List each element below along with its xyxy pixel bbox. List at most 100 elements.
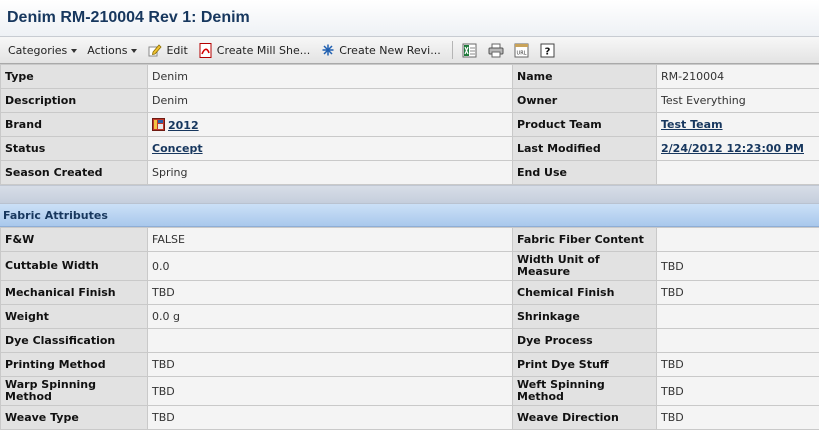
attr-label: Fabric Fiber Content <box>512 227 657 252</box>
attr-value <box>147 328 513 353</box>
attr-value <box>656 227 819 252</box>
product-team-link[interactable]: Test Team <box>661 118 723 131</box>
attr-label: Weft Spinning Method <box>512 376 657 406</box>
create-new-revision-button[interactable]: Create New Revi... <box>315 39 446 61</box>
attr-value: TBD <box>656 251 819 281</box>
table-row: Warp Spinning Method TBD Weft Spinning M… <box>0 376 819 406</box>
attr-value: TBD <box>147 405 513 430</box>
table-row: Brand 2012 Product Team Test Team <box>0 112 819 137</box>
excel-icon[interactable] <box>462 42 478 58</box>
end-use-value <box>656 160 819 185</box>
table-row: Weight 0.0 g Shrinkage <box>0 304 819 329</box>
last-modified-cell: 2/24/2012 12:23:00 PM <box>656 136 819 161</box>
table-row: Status Concept Last Modified 2/24/2012 1… <box>0 136 819 161</box>
attr-label: Dye Classification <box>0 328 148 353</box>
page-title: Denim RM-210004 Rev 1: Denim <box>7 9 250 26</box>
brand-cell: 2012 <box>147 112 513 137</box>
url-icon[interactable]: URL <box>514 42 530 58</box>
categories-label: Categories <box>8 43 68 57</box>
attr-value: FALSE <box>147 227 513 252</box>
actions-menu[interactable]: Actions <box>82 39 142 61</box>
owner-value: Test Everything <box>656 88 819 113</box>
attr-value <box>656 328 819 353</box>
owner-label: Owner <box>512 88 657 113</box>
create-mill-sheet-label: Create Mill She... <box>216 43 311 57</box>
create-mill-sheet-button[interactable]: Create Mill She... <box>193 39 315 61</box>
type-value: Denim <box>147 64 513 89</box>
description-value: Denim <box>147 88 513 113</box>
last-modified-label: Last Modified <box>512 136 657 161</box>
description-label: Description <box>0 88 148 113</box>
attr-value: TBD <box>656 376 819 406</box>
attr-label: Printing Method <box>0 352 148 377</box>
edit-button[interactable]: Edit <box>142 39 192 61</box>
product-team-label: Product Team <box>512 112 657 137</box>
printer-icon[interactable] <box>488 42 504 58</box>
chevron-down-icon <box>131 49 138 53</box>
section-spacer <box>0 185 819 204</box>
svg-text:URL: URL <box>517 50 527 56</box>
table-row: Weave Type TBD Weave Direction TBD <box>0 405 819 430</box>
table-row: Description Denim Owner Test Everything <box>0 88 819 113</box>
brand-icon <box>152 117 165 131</box>
status-link[interactable]: Concept <box>152 142 203 155</box>
attr-label: Mechanical Finish <box>0 280 148 305</box>
toolbar: Categories Actions Edit Create Mill She.… <box>0 37 819 64</box>
attr-label: Width Unit of Measure <box>512 251 657 281</box>
attr-value: 0.0 <box>147 251 513 281</box>
attr-label: Cuttable Width <box>0 251 148 281</box>
create-new-revision-label: Create New Revi... <box>339 43 441 57</box>
status-label: Status <box>0 136 148 161</box>
attr-value: TBD <box>656 352 819 377</box>
attr-label: Dye Process <box>512 328 657 353</box>
pdf-icon <box>198 42 214 58</box>
attr-label: Weight <box>0 304 148 329</box>
brand-label: Brand <box>0 112 148 137</box>
edit-label: Edit <box>166 43 188 57</box>
season-created-label: Season Created <box>0 160 148 185</box>
details-table: Type Denim Name RM-210004 Description De… <box>0 64 819 185</box>
chevron-down-icon <box>71 49 78 53</box>
table-row: Season Created Spring End Use <box>0 160 819 185</box>
attr-value: TBD <box>147 352 513 377</box>
name-value: RM-210004 <box>656 64 819 89</box>
table-row: F&W FALSE Fabric Fiber Content <box>0 227 819 252</box>
title-bar: Denim RM-210004 Rev 1: Denim <box>0 0 819 37</box>
last-modified-link[interactable]: 2/24/2012 12:23:00 PM <box>661 142 804 155</box>
snowflake-icon <box>320 42 336 58</box>
type-label: Type <box>0 64 148 89</box>
pencil-icon <box>147 42 163 58</box>
attr-value: TBD <box>147 376 513 406</box>
attr-value: TBD <box>147 280 513 305</box>
attr-value: 0.0 g <box>147 304 513 329</box>
attr-value: TBD <box>656 405 819 430</box>
attr-label: Weave Direction <box>512 405 657 430</box>
attr-label: Chemical Finish <box>512 280 657 305</box>
status-cell: Concept <box>147 136 513 161</box>
categories-menu[interactable]: Categories <box>3 39 82 61</box>
svg-text:?: ? <box>545 46 551 57</box>
end-use-label: End Use <box>512 160 657 185</box>
product-team-cell: Test Team <box>656 112 819 137</box>
attr-label: F&W <box>0 227 148 252</box>
table-row: Dye Classification Dye Process <box>0 328 819 353</box>
season-created-value: Spring <box>147 160 513 185</box>
attr-value <box>656 304 819 329</box>
fabric-attributes-table: F&W FALSE Fabric Fiber Content Cuttable … <box>0 227 819 430</box>
section-title: Fabric Attributes <box>3 208 108 222</box>
table-row: Type Denim Name RM-210004 <box>0 64 819 89</box>
fabric-attributes-header[interactable]: Fabric Attributes <box>0 204 819 227</box>
name-label: Name <box>512 64 657 89</box>
brand-link[interactable]: 2012 <box>168 119 199 132</box>
table-row: Printing Method TBD Print Dye Stuff TBD <box>0 352 819 377</box>
attr-value: TBD <box>656 280 819 305</box>
attr-label: Weave Type <box>0 405 148 430</box>
attr-label: Print Dye Stuff <box>512 352 657 377</box>
help-icon[interactable]: ? <box>540 42 556 58</box>
attr-label: Shrinkage <box>512 304 657 329</box>
table-row: Mechanical Finish TBD Chemical Finish TB… <box>0 280 819 305</box>
attr-label: Warp Spinning Method <box>0 376 148 406</box>
table-row: Cuttable Width 0.0 Width Unit of Measure… <box>0 251 819 281</box>
actions-label: Actions <box>87 43 128 57</box>
toolbar-divider <box>451 41 453 59</box>
